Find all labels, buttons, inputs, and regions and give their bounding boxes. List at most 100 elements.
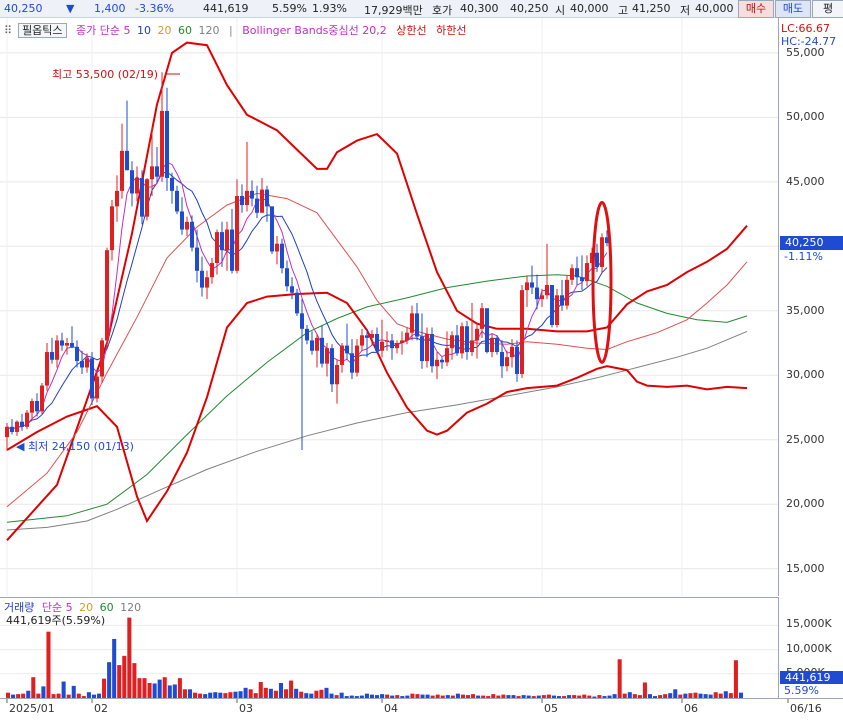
time-axis-ticks: 2025/01 02 03 04 05 06 06/16	[6, 699, 822, 715]
high-value: 41,250	[632, 2, 671, 15]
chart-legend: ⠿ 필옵틱스 종가 단순 5 10 20 60 120 | Bollinger B…	[4, 22, 473, 38]
candle-body	[215, 232, 219, 264]
candle-body	[525, 282, 529, 291]
candle-body	[50, 352, 54, 360]
candle-body	[230, 229, 234, 271]
candle-body	[235, 196, 239, 271]
candle-body	[295, 292, 299, 314]
candle-body	[500, 352, 504, 367]
candle-body	[45, 352, 49, 386]
volume-bar	[723, 691, 728, 698]
candle-body	[265, 189, 269, 207]
candle-body	[285, 268, 289, 287]
low-value: 40,000	[695, 2, 734, 15]
candle-body	[145, 179, 149, 217]
candle-body	[90, 358, 94, 399]
legend-ma120: 120	[198, 24, 220, 37]
candle-body	[570, 268, 574, 280]
last-price-pct: -1.11%	[784, 250, 823, 264]
candle-body	[120, 150, 124, 191]
candle-body	[470, 340, 474, 353]
candle-body	[595, 252, 599, 267]
candle-body	[20, 421, 24, 427]
x-tick-label: 06	[684, 702, 698, 715]
candle-body	[340, 345, 344, 365]
candle-body	[435, 359, 439, 367]
volume-bar	[71, 685, 76, 698]
candle-body	[185, 221, 189, 230]
volume-bar	[642, 682, 647, 698]
candle-body	[550, 284, 554, 325]
candle-body	[65, 343, 69, 346]
candle-body	[110, 206, 114, 251]
grip-icon[interactable]: ⠿	[4, 24, 12, 37]
candle-body	[30, 401, 34, 413]
candle-body	[425, 333, 429, 362]
candle-body	[510, 346, 514, 358]
volume-bar	[147, 682, 152, 698]
candle-body	[40, 385, 44, 412]
candle-body	[465, 326, 469, 353]
price-panel[interactable]: 최고 53,500 (02/19) ◀ 최저 24,150 (01/13)	[0, 18, 779, 596]
highest-annotation: 최고 53,500 (02/19)	[52, 68, 158, 81]
y-tick-label: 20,000	[786, 497, 825, 511]
volume-bar	[162, 677, 167, 698]
candle-body	[260, 189, 264, 213]
eval-button[interactable]: 평	[812, 0, 843, 18]
volume-value: 441,619	[203, 2, 249, 15]
x-tick-label: 05	[544, 702, 558, 715]
candle-body	[10, 426, 14, 432]
volume-bar	[102, 678, 107, 698]
candle-body	[575, 268, 579, 278]
bollinger-lower-line	[6, 291, 748, 524]
candle-body	[390, 340, 394, 349]
candle-body	[195, 247, 199, 271]
candle-body	[420, 336, 424, 362]
bid-label: 호가	[432, 4, 453, 17]
volume-info: 441,619주(5.59%)	[6, 614, 106, 627]
sell-button[interactable]: 매도	[775, 0, 811, 18]
candle-body	[280, 243, 284, 269]
candle-body	[275, 243, 279, 252]
y-tick-label: 30,000	[786, 368, 825, 382]
candle-body	[360, 335, 364, 346]
candle-body	[115, 190, 119, 207]
candle-body	[270, 206, 274, 252]
price-chart[interactable]: 최고 53,500 (02/19) ◀ 최저 24,150 (01/13)	[0, 18, 778, 596]
last-price-badge: 40,250	[780, 236, 843, 251]
volume-bar	[289, 680, 294, 698]
volume-bar	[142, 678, 147, 698]
x-tick-label: 2025/01	[9, 702, 55, 715]
legend-ma60: 60	[178, 24, 193, 37]
volume-bar	[238, 691, 243, 698]
last-volume-badge: 441,619	[780, 671, 843, 684]
high-label: 고	[618, 4, 629, 17]
lc-value: LC:66.67	[781, 22, 831, 35]
candle-body	[80, 361, 84, 368]
volume-bar	[248, 689, 253, 698]
candle-body	[55, 340, 59, 360]
stock-name-tag[interactable]: 필옵틱스	[18, 23, 67, 38]
volume-bar	[127, 617, 132, 698]
legend-lower: 하한선	[436, 24, 467, 37]
change-pct: -3.36%	[135, 2, 174, 15]
volume-bar	[258, 682, 263, 698]
y-tick-label: 45,000	[786, 174, 825, 188]
volume-bar	[294, 688, 299, 698]
volume-bar	[167, 685, 172, 698]
candle-body	[505, 357, 509, 367]
volume-bar	[273, 690, 278, 698]
candle-body	[410, 313, 414, 333]
candle-body	[485, 308, 489, 353]
x-tick-label: 03	[239, 702, 253, 715]
buy-button[interactable]: 매수	[738, 0, 774, 18]
volume-tick-label: 15,000K	[786, 617, 832, 631]
candle-body	[335, 364, 339, 385]
candle-body	[585, 263, 589, 282]
volume-bar	[177, 678, 182, 698]
candle-body	[350, 353, 354, 373]
candle-body	[155, 166, 159, 177]
candle-body	[140, 177, 144, 217]
legend-ma20: 20	[157, 24, 172, 37]
candle-body	[385, 340, 389, 342]
